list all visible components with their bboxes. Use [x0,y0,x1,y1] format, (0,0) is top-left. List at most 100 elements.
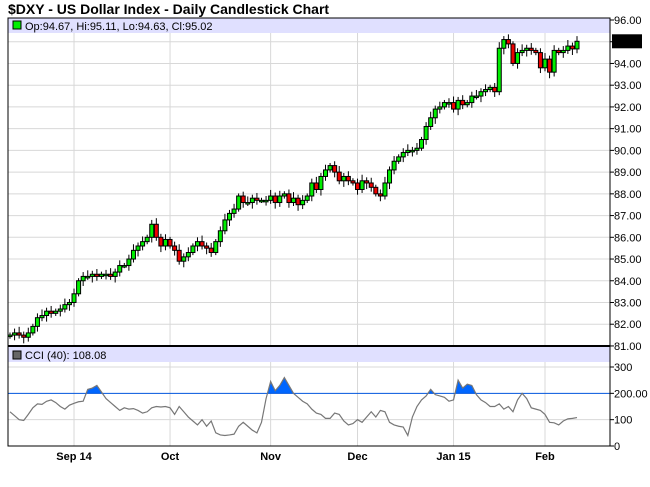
candle-body [432,108,438,119]
candle [258,197,264,203]
candle-body [505,39,511,45]
candle-body [135,245,141,251]
candle-body [153,223,159,238]
candle [469,91,475,108]
candle [483,84,489,97]
candle [510,41,516,67]
candle-body [492,86,498,93]
candle-body [291,197,296,204]
candle-body [519,49,525,54]
candle-body [263,199,269,203]
candle [226,209,232,227]
candle [519,44,525,57]
candle-body [304,195,310,201]
candle-body [231,208,237,214]
candle-body [441,102,447,108]
price-tick-label: 91.00 [614,124,642,136]
candle [268,189,274,204]
candle [574,36,580,54]
candle [405,144,411,157]
candle-body [254,197,260,201]
candle-body [405,149,411,154]
candle [364,177,370,190]
candle [556,47,562,56]
candle [130,244,136,263]
candle-body [208,247,214,254]
candle [16,326,22,339]
date-tick-label: Oct [161,451,180,463]
candle-body [547,58,553,73]
candle [140,236,146,251]
candle-body [515,52,521,64]
candle [501,36,507,55]
candle [304,193,310,203]
candle [7,332,13,339]
candle [263,196,269,206]
candle-body [217,230,223,243]
candle [194,237,200,252]
candle-body [236,195,242,210]
candle-body [98,273,104,277]
gridlines [8,18,610,447]
candle-body [327,165,333,171]
candle [345,171,351,186]
date-tick-label: Dec [347,451,367,463]
candle-body [249,197,255,204]
candle-body [140,241,146,247]
candle-body [172,245,178,251]
candle [309,178,315,202]
candle-body [419,139,425,149]
candle-body [94,273,100,277]
cci-legend-text: CCI (40): 108.08 [25,350,106,362]
candle-body [185,252,191,258]
candle [62,298,68,313]
candle-body [387,169,393,184]
candle [409,146,415,157]
candle-body [318,175,324,190]
candle [272,192,278,209]
candle-body [428,117,434,127]
candle [419,136,425,151]
candle-body [350,180,356,184]
cci-tick-label: 200.00 [614,388,648,400]
candle-body [162,238,168,247]
candle-body [396,156,402,162]
candle [487,84,493,93]
candle [505,34,511,49]
candle-body [368,182,374,188]
candle [76,278,82,297]
candle-body [510,43,516,64]
candle-body [149,223,155,238]
candle-body [400,152,406,158]
candle [249,194,255,209]
candle [377,189,383,202]
candle-body [359,180,365,190]
candle-body [478,91,484,97]
candles [7,34,580,344]
candle-body [364,180,370,184]
candle-body [556,49,562,54]
candle-body [268,195,274,201]
candle-body [501,39,507,49]
candle-body [89,273,95,277]
candle [300,195,306,210]
candle-body [487,86,493,91]
candle-body [373,186,379,195]
candle [428,111,434,130]
candle [53,308,59,316]
candle [172,241,178,256]
candle-body [286,193,292,204]
candle [181,253,187,268]
price-tick-label: 93.00 [614,80,642,92]
candle-body [30,325,36,334]
candle-body [34,317,40,327]
candle-body [377,193,383,197]
last-price-label: 95.02 [614,36,642,48]
candle [341,172,347,187]
candle-body [48,310,54,314]
candle-body [213,241,219,254]
date-tick-label: Sep 14 [56,451,92,463]
candle [12,328,18,341]
candle-body [16,332,22,336]
candle-body [295,197,301,206]
